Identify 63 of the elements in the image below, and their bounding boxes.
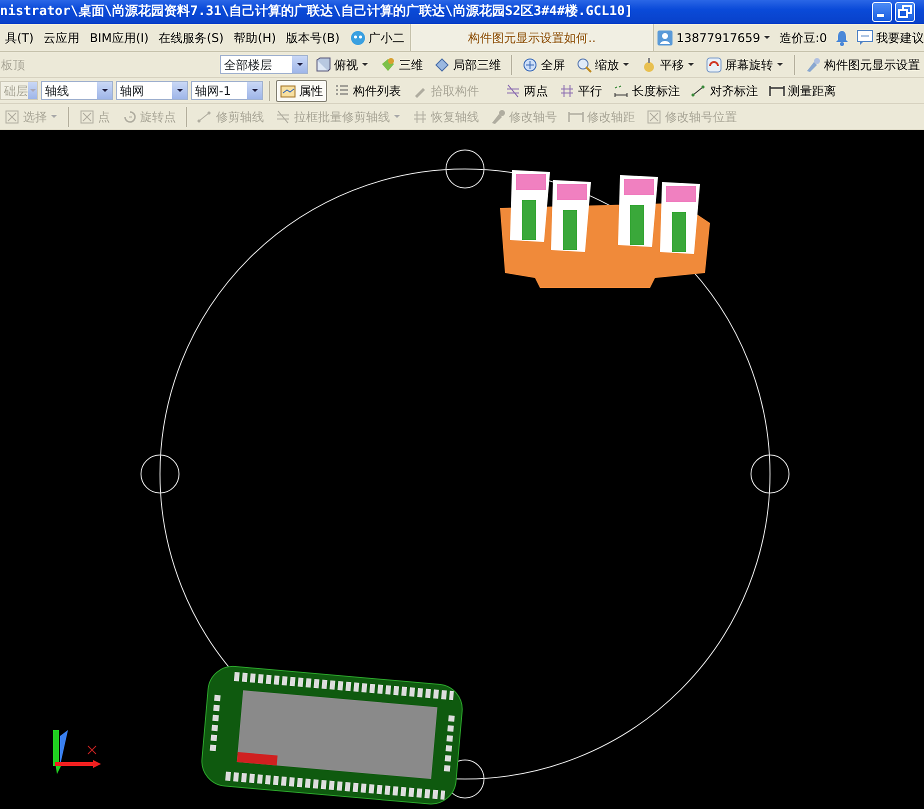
chevron-icon bbox=[250, 88, 258, 93]
restore-icon bbox=[896, 3, 914, 21]
robot-icon bbox=[350, 30, 366, 46]
user-icon bbox=[657, 30, 674, 46]
chevron-icon bbox=[100, 88, 108, 93]
restore-button[interactable] bbox=[895, 2, 915, 22]
toolbar-label: 板顶 bbox=[0, 56, 26, 74]
caret-icon bbox=[763, 35, 772, 40]
dropdown-field[interactable]: 轴网 bbox=[116, 81, 188, 100]
menu-item[interactable]: 具(T) bbox=[0, 28, 39, 46]
toolbar-button[interactable]: 构件列表 bbox=[330, 80, 405, 102]
menu-item[interactable]: 广小二 bbox=[344, 28, 410, 46]
dropdown-field[interactable]: 轴线 bbox=[41, 81, 113, 100]
speech-bubble-icon bbox=[857, 30, 873, 45]
toolbar-button[interactable]: 平移 bbox=[637, 54, 699, 76]
notification-button[interactable] bbox=[835, 30, 849, 46]
toolbar-button[interactable]: 平行 bbox=[555, 80, 606, 102]
toolbar-button[interactable]: 对齐标注 bbox=[687, 80, 762, 102]
toolbar-button[interactable]: 缩放 bbox=[572, 54, 634, 76]
grid-icon bbox=[559, 82, 575, 98]
minimize-button[interactable] bbox=[872, 2, 892, 22]
toolbar-button[interactable]: 测量距离 bbox=[765, 80, 840, 102]
grid-icon bbox=[412, 108, 428, 124]
window-title: nistrator\桌面\尚源花园资料7.31\自己计算的广联达\自己计算的广联达\尚源花园S2区3#4#楼.GCL10] bbox=[0, 2, 633, 22]
menu-item[interactable]: 在线服务(S) bbox=[154, 28, 229, 46]
dimension-icon bbox=[613, 82, 629, 98]
menu-item[interactable]: 帮助(H) bbox=[228, 28, 282, 46]
rotate-icon bbox=[706, 56, 722, 72]
box-icon bbox=[79, 108, 95, 124]
account-menu[interactable]: 13877917659 bbox=[657, 28, 772, 46]
chevron-icon bbox=[296, 62, 304, 67]
magnifier-icon bbox=[576, 56, 592, 72]
folder-icon bbox=[280, 82, 296, 98]
toolbar-button[interactable]: 局部三维 bbox=[430, 54, 505, 76]
bean-count: 造价豆:0 bbox=[778, 30, 828, 46]
diagonal-dimension-icon bbox=[197, 108, 213, 124]
menu-item[interactable]: 版本号(B) bbox=[281, 28, 345, 46]
lines-icon bbox=[275, 108, 291, 124]
bell-icon bbox=[835, 30, 849, 46]
zoom-extents-icon bbox=[522, 56, 538, 72]
box-icon bbox=[4, 108, 20, 124]
toolbar-button[interactable]: 长度标注 bbox=[609, 80, 684, 102]
toolbar-button[interactable]: 构件图元显示设置 bbox=[801, 54, 924, 76]
menu-item[interactable]: BIM应用(I) bbox=[84, 28, 154, 46]
toolbar-button[interactable]: 全屏 bbox=[518, 54, 569, 76]
minimize-icon bbox=[877, 14, 884, 17]
toolbar-button[interactable]: 属性 bbox=[276, 80, 327, 102]
suggest-button[interactable]: 我要建议 bbox=[852, 28, 924, 46]
diamond-icon bbox=[434, 56, 450, 72]
dropdown-field[interactable]: 全部楼层 bbox=[220, 55, 308, 74]
diagonal-dimension-icon bbox=[691, 82, 707, 98]
toolbar-button[interactable]: 两点 bbox=[501, 80, 552, 102]
lines-icon bbox=[505, 82, 521, 98]
toolbar-button[interactable]: 俯视 bbox=[311, 54, 373, 76]
toolbar-button[interactable]: 三维 bbox=[376, 54, 427, 76]
dropdown-field[interactable]: 轴网-1 bbox=[191, 81, 263, 100]
chevron-icon bbox=[28, 88, 36, 93]
chevron-icon bbox=[176, 88, 184, 93]
box-icon bbox=[646, 108, 662, 124]
menu-item[interactable]: 云应用 bbox=[38, 28, 85, 46]
cube-icon bbox=[315, 56, 331, 72]
toolbar-button[interactable]: 屏幕旋转 bbox=[702, 54, 788, 76]
coordinate-axes-icon bbox=[53, 730, 101, 774]
